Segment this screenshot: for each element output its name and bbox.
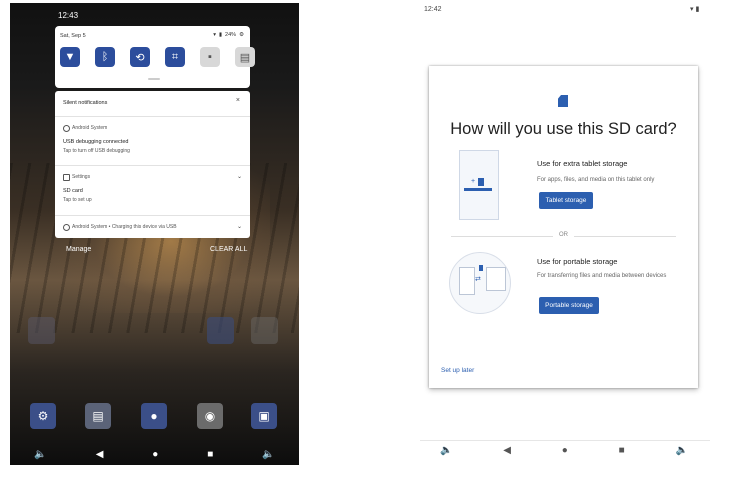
divider bbox=[55, 215, 250, 216]
set-up-later-link[interactable]: Set up later bbox=[441, 367, 474, 374]
dialog-title: How will you use this SD card? bbox=[450, 120, 677, 138]
recents-icon[interactable]: ■ bbox=[207, 449, 213, 460]
tablet-storage-button[interactable]: Tablet storage bbox=[539, 192, 593, 209]
portable-storage-button[interactable]: Portable storage bbox=[539, 297, 599, 314]
android-system-icon bbox=[63, 125, 70, 132]
contacts-icon[interactable]: ● bbox=[141, 403, 167, 429]
divider bbox=[55, 165, 250, 166]
home-icon[interactable]: ● bbox=[152, 449, 158, 460]
sd-card-icon bbox=[558, 95, 568, 107]
sd-card-icon bbox=[478, 178, 484, 186]
play-store-icon[interactable] bbox=[251, 317, 278, 344]
android-system-icon bbox=[63, 224, 70, 231]
notification-app: Android System • Charging this device vi… bbox=[72, 224, 177, 230]
notification-title: SD card bbox=[63, 188, 83, 194]
auto-rotate-icon: ⟲ bbox=[135, 51, 145, 64]
notifications-panel: Silent notifications × Android System US… bbox=[55, 91, 250, 238]
sd-card-icon bbox=[479, 265, 483, 271]
chevron-down-icon[interactable]: ⌄ bbox=[237, 173, 242, 180]
wifi-icon: ▼ bbox=[64, 51, 76, 63]
notification-subtitle: Tap to turn off USB debugging bbox=[63, 148, 130, 154]
option-portable-title: Use for portable storage bbox=[537, 257, 618, 266]
storage-bar bbox=[464, 188, 492, 191]
back-icon[interactable]: ◀ bbox=[503, 445, 511, 456]
wifi-status-icon: ▾ bbox=[213, 32, 217, 38]
qs-drag-handle[interactable] bbox=[148, 78, 160, 80]
tablet-storage-illustration: + bbox=[459, 150, 499, 220]
quick-settings-panel: Sat, Sep 5 ▾ ▮ 24% ⚙ ▼ ᛒ ⟲ ⌗ ▪ ▤ bbox=[55, 26, 255, 88]
volume-down-icon[interactable]: 🔈 bbox=[34, 449, 46, 460]
divider bbox=[55, 116, 250, 117]
right-nav-bar: 🔈 ◀ ● ■ 🔈 bbox=[440, 445, 688, 456]
qs-date: Sat, Sep 5 bbox=[60, 33, 86, 39]
close-icon[interactable]: × bbox=[236, 97, 240, 104]
qs-status: ▾ ▮ 24% ⚙ bbox=[213, 32, 244, 38]
google-folder-icon[interactable] bbox=[28, 317, 55, 344]
notification-subtitle: Tap to set up bbox=[63, 197, 92, 203]
home-icon[interactable]: ● bbox=[562, 445, 568, 456]
tablet-mode-icon: ▤ bbox=[239, 51, 251, 64]
camera-icon: ▪ bbox=[208, 51, 212, 63]
recents-icon[interactable]: ■ bbox=[619, 445, 625, 456]
volume-up-icon[interactable]: 🔈 bbox=[676, 445, 688, 456]
manage-button[interactable]: Manage bbox=[66, 246, 91, 253]
messages-icon[interactable]: ▤ bbox=[85, 403, 111, 429]
qs-tiles: ▼ ᛒ ⟲ ⌗ ▪ ▤ bbox=[60, 47, 255, 67]
left-device-screen: 12:43 Sat, Sep 5 ▾ ▮ 24% ⚙ ▼ ᛒ ⟲ ⌗ ▪ ▤ S… bbox=[10, 3, 299, 465]
auto-rotate-tile[interactable]: ⟲ bbox=[130, 47, 150, 67]
volume-up-icon[interactable]: 🔈 bbox=[262, 449, 274, 460]
silent-notifications-header: Silent notifications bbox=[63, 100, 108, 106]
transfer-arrows-icon: ⇄ bbox=[475, 276, 481, 283]
back-icon[interactable]: ◀ bbox=[96, 449, 104, 460]
bluetooth-tile[interactable]: ᛒ bbox=[95, 47, 115, 67]
sd-card-icon bbox=[63, 174, 70, 181]
chevron-down-icon[interactable]: ⌄ bbox=[237, 223, 242, 230]
option-portable-desc: For transferring files and media between… bbox=[537, 273, 667, 279]
plus-icon: + bbox=[471, 178, 476, 185]
notification-app: Android System bbox=[72, 125, 108, 131]
left-nav-bar: 🔈 ◀ ● ■ 🔈 bbox=[10, 443, 299, 465]
left-status-time: 12:43 bbox=[58, 11, 79, 20]
portable-storage-illustration: ⇄ bbox=[449, 252, 511, 314]
camera-tile[interactable]: ▪ bbox=[200, 47, 220, 67]
settings-gear-icon[interactable]: ⚙ bbox=[239, 32, 244, 38]
crop-icon: ⌗ bbox=[171, 50, 179, 63]
chrome-icon[interactable]: ◉ bbox=[197, 403, 223, 429]
battery-percent: 24% bbox=[225, 32, 237, 38]
computer-device-icon bbox=[486, 267, 506, 291]
bluetooth-icon: ᛒ bbox=[101, 51, 109, 63]
volume-down-icon[interactable]: 🔈 bbox=[440, 445, 452, 456]
clear-all-button[interactable]: CLEAR ALL bbox=[210, 246, 247, 253]
crop-tile[interactable]: ⌗ bbox=[165, 47, 185, 67]
option-tablet-title: Use for extra tablet storage bbox=[537, 159, 628, 168]
option-tablet-desc: For apps, files, and media on this table… bbox=[537, 177, 655, 183]
nav-divider bbox=[420, 440, 710, 441]
tablet-device-icon bbox=[459, 267, 475, 295]
battery-icon: ▮ bbox=[219, 32, 223, 38]
sd-card-dialog: How will you use this SD card? + Use for… bbox=[429, 66, 698, 388]
duo-icon[interactable] bbox=[207, 317, 234, 344]
tablet-mode-tile[interactable]: ▤ bbox=[235, 47, 255, 67]
notification-app: Settings bbox=[72, 174, 91, 180]
settings-icon[interactable]: ⚙ bbox=[30, 403, 56, 429]
notification-title: USB debugging connected bbox=[63, 139, 129, 145]
camera-app-icon[interactable]: ▣ bbox=[251, 403, 277, 429]
wifi-tile[interactable]: ▼ bbox=[60, 47, 80, 67]
right-status-icons: ▾ ▮ bbox=[690, 6, 700, 13]
or-label: OR bbox=[559, 232, 568, 238]
right-status-time: 12:42 bbox=[424, 6, 442, 13]
divider bbox=[574, 236, 676, 237]
